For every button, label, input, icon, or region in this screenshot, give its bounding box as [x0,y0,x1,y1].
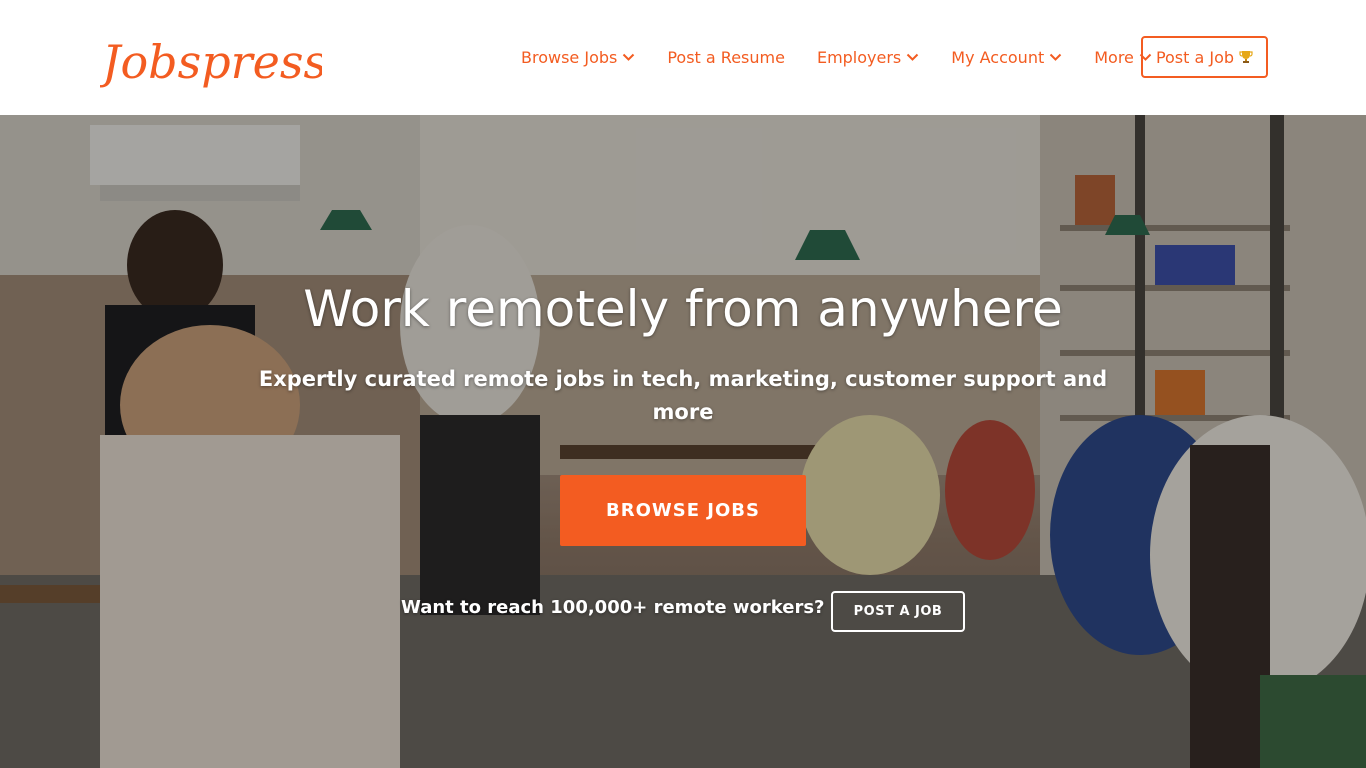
nav-employers[interactable]: Employers [801,48,935,67]
main-nav: Browse Jobs Post a Resume Employers My A… [505,36,1168,78]
site-header: Jobspresso Browse Jobs Post a Resume Emp… [0,0,1366,115]
nav-browse-jobs[interactable]: Browse Jobs [505,48,651,67]
hero-headline: Work remotely from anywhere [303,280,1063,338]
hero-subheadline: Expertly curated remote jobs in tech, ma… [258,367,1108,424]
post-a-job-hero-button[interactable]: POST A JOB [831,591,965,632]
post-a-job-header-label: Post a Job [1155,47,1235,67]
trophy-icon [1239,51,1253,63]
jobspresso-logo[interactable]: Jobspresso [100,22,322,94]
chevron-down-icon [907,53,919,61]
nav-employers-label: Employers [816,47,902,67]
nav-post-resume[interactable]: Post a Resume [651,48,801,67]
reach-workers-text: Want to reach 100,000+ remote workers? [401,597,825,618]
chevron-down-icon [1050,53,1062,61]
nav-browse-jobs-label: Browse Jobs [521,47,618,67]
nav-my-account-label: My Account [951,47,1045,67]
post-a-job-header-button[interactable]: Post a Job [1141,36,1268,78]
logo-wordmark: Jobspresso [100,35,322,89]
nav-post-resume-label: Post a Resume [667,47,785,67]
hero-dark-overlay [0,115,1366,768]
nav-more-label: More [1094,47,1134,67]
nav-my-account[interactable]: My Account [935,48,1078,67]
hero-section: Work remotely from anywhere Expertly cur… [0,115,1366,768]
browse-jobs-button[interactable]: BROWSE JOBS [560,475,806,546]
chevron-down-icon [623,53,635,61]
